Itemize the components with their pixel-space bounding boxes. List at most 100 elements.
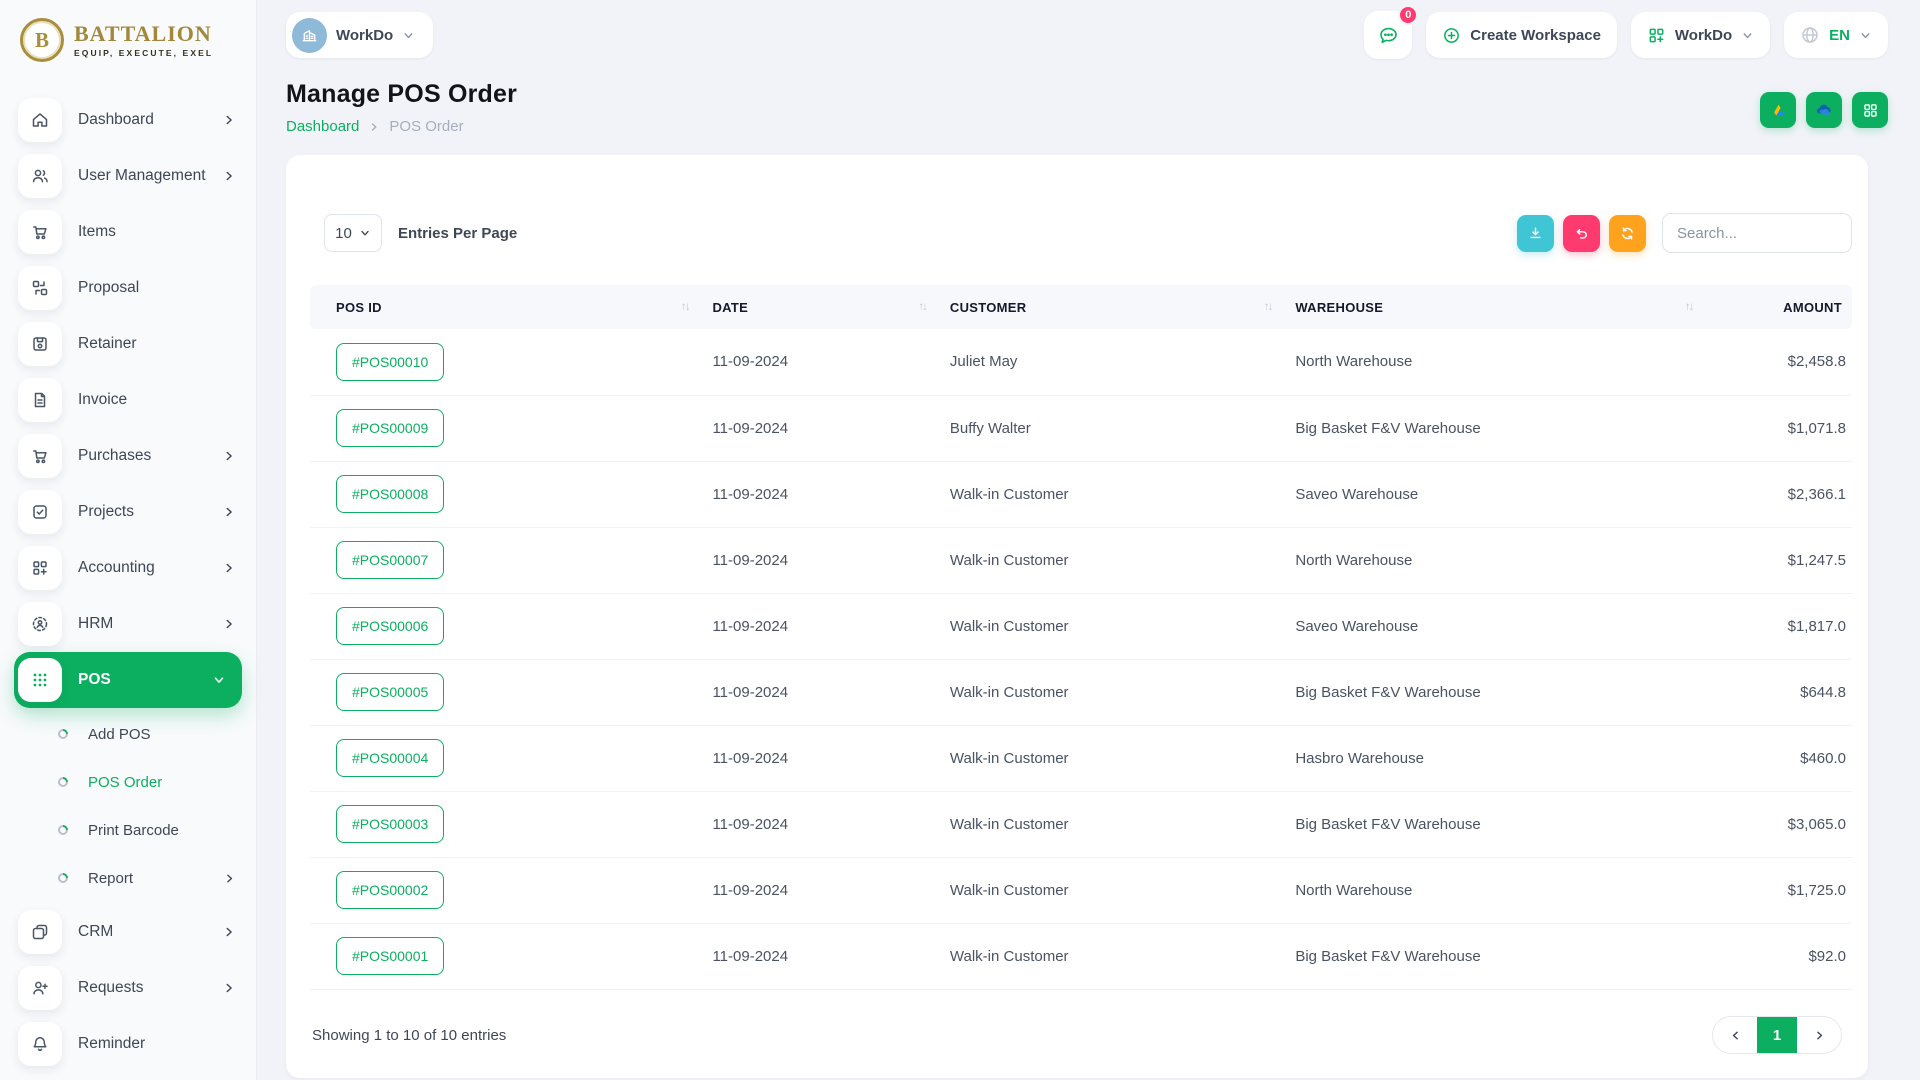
column-header-date[interactable]: DATE ↑↓ (712, 285, 950, 329)
onedrive-button[interactable] (1806, 92, 1842, 128)
brand-logo[interactable]: B BATTALION EQUIP, EXECUTE, EXEL (18, 14, 256, 66)
customer-name: Walk-in Customer (949, 527, 1296, 594)
cart-icon (18, 434, 62, 478)
grid-view-button[interactable] (1852, 92, 1888, 128)
grid-plus-icon (1647, 26, 1666, 45)
orders-tbody: #POS00010 11-09-2024 Juliet May North Wa… (310, 329, 1852, 990)
column-header-amount[interactable]: AMOUNT (1716, 285, 1852, 329)
check-square-icon (18, 490, 62, 534)
pos-id-link[interactable]: #POS00002 (336, 871, 445, 909)
brand-emblem-icon: B (20, 18, 64, 62)
sidebar-item-pos[interactable]: POS (14, 652, 242, 708)
grid-swap-icon (18, 266, 62, 310)
grid-icon (1863, 103, 1877, 117)
entries-per-page-select[interactable]: 10 (324, 214, 382, 252)
table-row: #POS00004 11-09-2024 Walk-in Customer Ha… (310, 725, 1852, 792)
customer-name: Juliet May (949, 329, 1296, 396)
breadcrumb-dashboard-link[interactable]: Dashboard (286, 118, 359, 135)
chevron-right-icon (1816, 1031, 1822, 1039)
sidebar: B BATTALION EQUIP, EXECUTE, EXEL Dashboa… (0, 0, 256, 1080)
table-row: #POS00003 11-09-2024 Walk-in Customer Bi… (310, 791, 1852, 858)
pos-id-link[interactable]: #POS00010 (336, 342, 445, 381)
sidebar-item-accounting[interactable]: Accounting (18, 540, 256, 596)
pos-id-link[interactable]: #POS00009 (336, 409, 445, 447)
sort-icon[interactable]: ↑↓ (1264, 301, 1286, 313)
sidebar-item-projects[interactable]: Projects (18, 484, 256, 540)
customer-name: Walk-in Customer (949, 923, 1296, 990)
export-button[interactable] (1517, 214, 1554, 252)
order-amount: $2,458.8 (1716, 329, 1852, 396)
topbar: WorkDo 0 Create Workspace WorkDo EN (256, 0, 1920, 70)
google-drive-button[interactable] (1760, 92, 1796, 128)
sidebar-item-invoice[interactable]: Invoice (18, 372, 256, 428)
sidebar-item-dashboard[interactable]: Dashboard (18, 92, 256, 148)
previous-page-button[interactable] (1713, 1017, 1757, 1053)
sidebar-subitem-pos-order[interactable]: POS Order (18, 758, 256, 806)
sidebar-item-items[interactable]: Items (18, 204, 256, 260)
users-icon (18, 154, 62, 198)
sidebar-item-proposal[interactable]: Proposal (18, 260, 256, 316)
language-selector[interactable]: EN (1784, 12, 1888, 58)
sidebar-item-requests[interactable]: Requests (18, 960, 256, 1016)
table-header-row: POS ID ↑↓ DATE ↑↓ CUSTOMER ↑↓ WAREHOUSE ↑↓ A… (310, 285, 1852, 329)
sidebar-item-purchases[interactable]: Purchases (18, 428, 256, 484)
sort-icon[interactable]: ↑↓ (918, 301, 940, 313)
order-amount: $92.0 (1716, 923, 1852, 990)
sort-icon[interactable]: ↑↓ (1685, 301, 1707, 313)
customer-name: Walk-in Customer (949, 593, 1296, 660)
sidebar-item-retainer[interactable]: Retainer (18, 316, 256, 372)
warehouse-name: Saveo Warehouse (1295, 593, 1717, 660)
sidebar-subitem-print-barcode[interactable]: Print Barcode (18, 806, 256, 854)
messages-button[interactable]: 0 (1364, 5, 1419, 59)
warehouse-name: Hasbro Warehouse (1295, 725, 1717, 792)
column-header-pos-id[interactable]: POS ID ↑↓ (310, 285, 713, 329)
sidebar-subitem-report[interactable]: Report (18, 854, 256, 902)
warehouse-name: Big Basket F&V Warehouse (1295, 791, 1717, 858)
table-row: #POS00001 11-09-2024 Walk-in Customer Bi… (310, 923, 1852, 990)
order-date: 11-09-2024 (712, 527, 950, 594)
pos-id-link[interactable]: #POS00008 (336, 475, 445, 513)
bell-icon (18, 1022, 62, 1066)
pos-id-link[interactable]: #POS00005 (336, 673, 445, 711)
order-amount: $3,065.0 (1716, 791, 1852, 858)
workspace-switcher[interactable]: WorkDo (286, 12, 434, 58)
column-header-warehouse[interactable]: WAREHOUSE ↑↓ (1295, 285, 1717, 329)
dots-grid-icon (18, 658, 62, 702)
globe-icon (1800, 25, 1820, 45)
bullet-icon (55, 870, 71, 886)
chevron-right-icon (222, 169, 236, 183)
app-switcher-button[interactable]: WorkDo (1630, 12, 1771, 58)
sidebar-subitem-add-pos[interactable]: Add POS (18, 710, 256, 758)
refresh-button[interactable] (1609, 214, 1646, 252)
document-icon (18, 378, 62, 422)
create-workspace-button[interactable]: Create Workspace (1426, 12, 1617, 58)
pos-id-link[interactable]: #POS00003 (336, 805, 445, 843)
order-amount: $1,817.0 (1716, 593, 1852, 660)
sidebar-item-user-management[interactable]: User Management (18, 148, 256, 204)
sort-icon[interactable]: ↑↓ (681, 301, 703, 313)
sidebar-item-reminder[interactable]: Reminder (18, 1016, 256, 1072)
chevron-right-icon (222, 505, 236, 519)
sidebar-item-hrm[interactable]: HRM (18, 596, 256, 652)
order-date: 11-09-2024 (712, 329, 950, 396)
brand-tagline: EQUIP, EXECUTE, EXEL (74, 47, 214, 58)
reset-button[interactable] (1563, 214, 1600, 252)
pos-id-link[interactable]: #POS00001 (336, 937, 445, 975)
page-number-button[interactable]: 1 (1757, 1017, 1797, 1053)
floppy-icon (18, 322, 62, 366)
chevron-right-icon (368, 121, 380, 133)
chevron-down-icon (359, 227, 371, 239)
next-page-button[interactable] (1797, 1017, 1841, 1053)
pos-id-link[interactable]: #POS00006 (336, 607, 445, 645)
pos-id-link[interactable]: #POS00004 (336, 739, 445, 777)
showing-entries-text: Showing 1 to 10 of 10 entries (312, 1026, 507, 1044)
pos-id-link[interactable]: #POS00007 (336, 541, 445, 579)
search-input[interactable] (1662, 213, 1852, 253)
column-header-customer[interactable]: CUSTOMER ↑↓ (949, 285, 1296, 329)
sidebar-item-crm[interactable]: CRM (18, 904, 256, 960)
table-row: #POS00005 11-09-2024 Walk-in Customer Bi… (310, 659, 1852, 726)
warehouse-name: Big Basket F&V Warehouse (1295, 923, 1717, 990)
onedrive-icon (1817, 104, 1831, 116)
chevron-down-icon (1741, 29, 1754, 42)
chevron-right-icon (222, 561, 236, 575)
